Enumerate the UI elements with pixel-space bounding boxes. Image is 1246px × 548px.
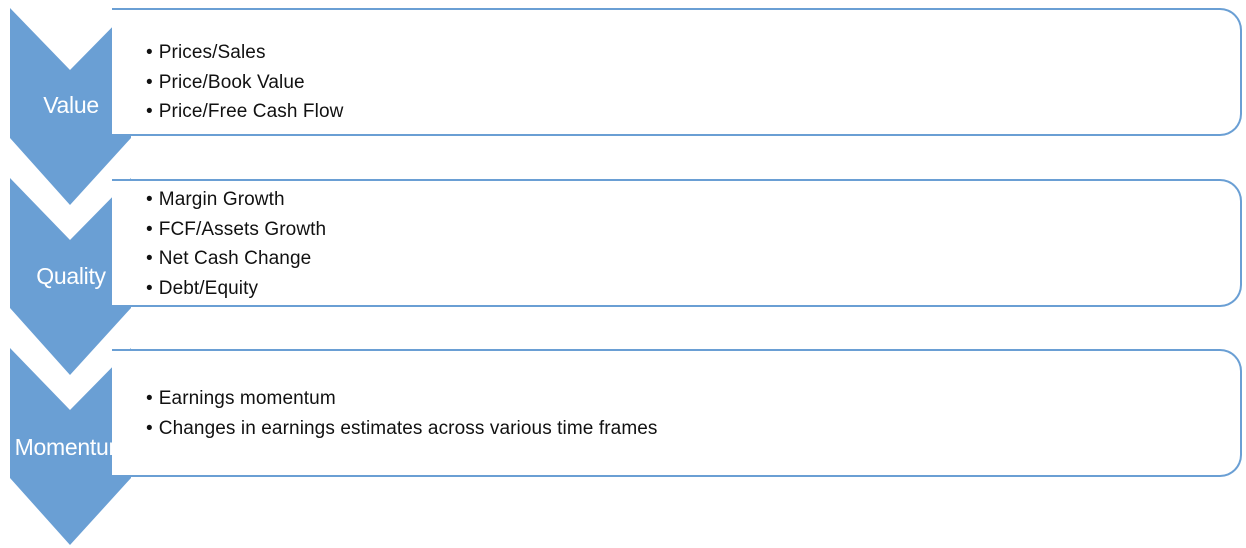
bullet-item: Changes in earnings estimates across var… — [146, 414, 658, 444]
bullet-item: Debt/Equity — [146, 274, 326, 304]
stage-label-value: Value — [43, 92, 99, 118]
panel-value: Prices/Sales Price/Book Value Price/Free… — [112, 8, 1242, 136]
bullet-list-quality: Margin Growth FCF/Assets Growth Net Cash… — [146, 185, 326, 303]
stage-label-quality: Quality — [36, 263, 106, 289]
bullet-item: Earnings momentum — [146, 384, 658, 414]
bullet-item: Net Cash Change — [146, 244, 326, 274]
bullet-item: Prices/Sales — [146, 38, 343, 68]
stage-label-momentum: Momentum — [14, 434, 128, 460]
panel-quality: Margin Growth FCF/Assets Growth Net Cash… — [112, 179, 1242, 307]
bullet-item: Price/Book Value — [146, 68, 343, 98]
bullet-item: Price/Free Cash Flow — [146, 97, 344, 127]
bullet-list-value: Prices/Sales Price/Book Value Price/Free… — [146, 38, 344, 127]
bullet-item: FCF/Assets Growth — [146, 215, 326, 245]
panel-momentum: Earnings momentum Changes in earnings es… — [112, 349, 1242, 477]
bullet-list-momentum: Earnings momentum Changes in earnings es… — [146, 384, 658, 443]
bullet-item: Margin Growth — [146, 185, 326, 215]
process-diagram: Prices/Sales Price/Book Value Price/Free… — [0, 0, 1246, 548]
